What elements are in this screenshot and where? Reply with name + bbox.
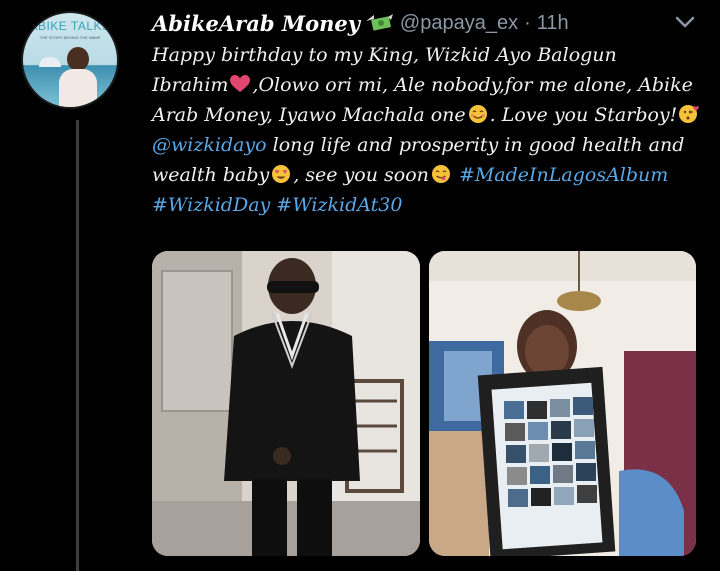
hashtag-link[interactable]: #WizkidDay <box>152 194 270 216</box>
avatar-tagline-text: THE STORY BEHIND THE NAME <box>39 35 101 40</box>
yum-face-icon <box>431 165 450 183</box>
tweet-text-segment: , see you soon <box>293 164 429 186</box>
tweet-line: Happy birthday to my King, Wizkid Ayo Ba… <box>152 40 700 70</box>
avatar-person-head <box>67 47 89 71</box>
tweet-text-segment: . Love you Starboy! <box>489 104 678 126</box>
money-with-wings-icon <box>365 14 393 31</box>
photo-man-in-black-outfit <box>152 251 420 556</box>
tweet-text-segment: Arab Money, Iyawo Machala one <box>152 104 466 126</box>
tweet-line: Ibrahim ,Olowo ori mi, Ale nobody,for me … <box>152 70 700 100</box>
kissing-face-icon <box>679 105 700 123</box>
hashtag-link[interactable]: #MadeInLagosAlbum <box>459 164 668 186</box>
heart-eyes-face-icon <box>272 165 291 183</box>
tweet-text-segment: long life and prosperity in good health … <box>266 134 685 156</box>
avatar[interactable]: ABIKE TALKS THE STORY BEHIND THE NAME <box>21 11 119 109</box>
tweet-line: wealth baby , see you soon #MadeInLagosAl… <box>152 160 700 190</box>
tweet-line: #WizkidDay #WizkidAt30 <box>152 190 700 220</box>
avatar-umbrella <box>39 57 61 67</box>
tweet-text-segment: Ibrahim <box>152 74 229 96</box>
smiling-face-icon <box>468 105 487 123</box>
tweet-photo-1[interactable] <box>152 251 420 556</box>
heart-icon <box>230 75 251 92</box>
tweet-text-segment: wealth baby <box>152 164 270 186</box>
separator: · <box>524 11 531 34</box>
hashtag-link[interactable]: #WizkidAt30 <box>276 194 402 216</box>
mention-link[interactable]: @wizkidayo <box>152 134 267 156</box>
tweet-line: @wizkidayo long life and prosperity in g… <box>152 130 700 160</box>
chevron-down-icon[interactable] <box>674 14 696 30</box>
timestamp[interactable]: 11h <box>537 12 569 35</box>
photo-woman-with-framed-collage <box>429 251 696 556</box>
thread-line <box>76 120 79 571</box>
tweet-header: AbikeArab Money @papaya_ex · 11h <box>152 8 569 38</box>
display-name[interactable]: AbikeArab Money <box>152 11 360 36</box>
tweet-text-segment: ,Olowo ori mi, Ale nobody,for me alone, … <box>252 74 693 96</box>
tweet-text-segment: Happy birthday to my King, Wizkid Ayo Ba… <box>152 44 617 66</box>
tweet-text: Happy birthday to my King, Wizkid Ayo Ba… <box>152 40 700 220</box>
tweet-line: Arab Money, Iyawo Machala one . Love you … <box>152 100 700 130</box>
avatar-person-body <box>59 69 97 107</box>
handle[interactable]: @papaya_ex <box>400 12 518 35</box>
avatar-brand-text: ABIKE TALKS <box>29 19 111 33</box>
tweet-photo-2[interactable] <box>429 251 696 556</box>
